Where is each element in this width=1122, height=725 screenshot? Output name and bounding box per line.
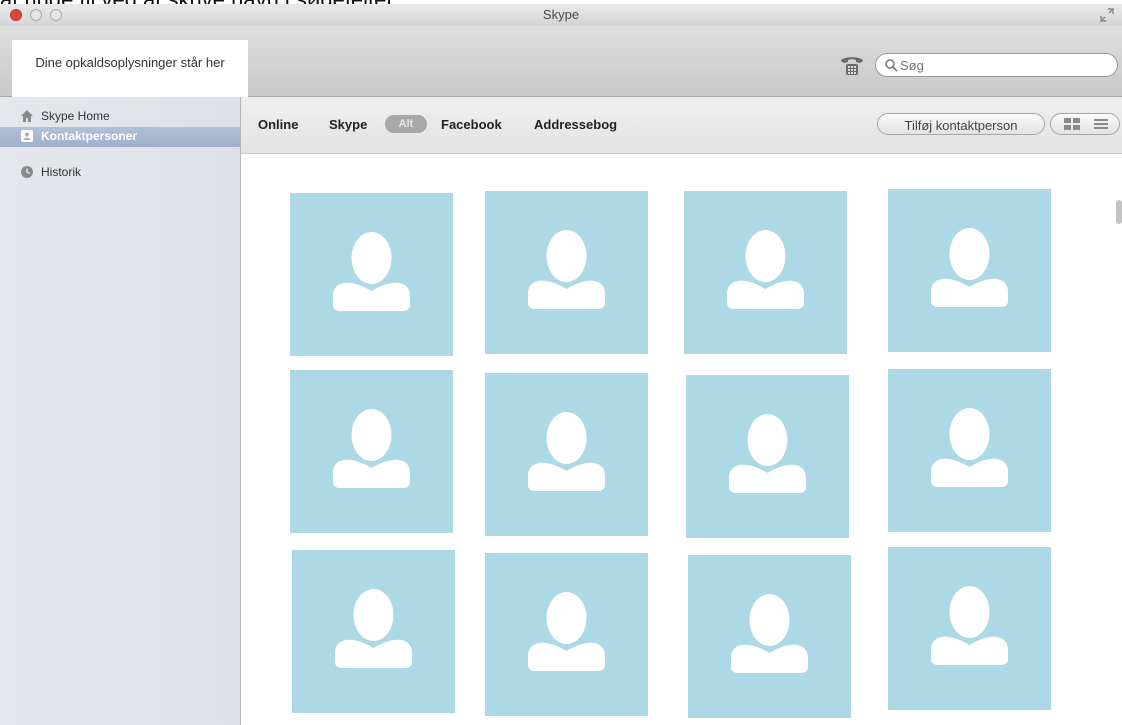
dialpad-phone-icon[interactable] [838,52,866,78]
title-bar: Skype [0,4,1122,26]
sidebar: Skype Home Kontaktpersoner Historik [0,97,241,725]
sidebar-item-label: Skype Home [41,109,110,123]
contact-tile[interactable] [485,191,648,354]
contact-tile[interactable] [290,370,453,533]
contact-tile[interactable] [688,555,851,718]
tab-addressbook[interactable]: Addressebog [534,117,617,132]
add-contact-button[interactable]: Tilføj kontaktperson [877,113,1045,135]
default-avatar-icon [931,586,1008,665]
default-avatar-icon [528,592,605,671]
contact-tile[interactable] [888,369,1051,532]
default-avatar-icon [528,230,605,309]
default-avatar-icon [335,589,412,668]
home-icon [21,110,33,122]
contact-tile[interactable] [888,189,1051,352]
default-avatar-icon [731,594,808,673]
sidebar-item-history[interactable]: Historik [0,163,240,183]
grid-view-icon[interactable] [1063,117,1081,131]
sidebar-item-skype-home[interactable]: Skype Home [0,107,240,127]
search-field[interactable] [875,53,1118,77]
contacts-main: Online Skype Alt Facebook Addressebog Ti… [241,97,1122,725]
sidebar-item-contacts[interactable]: Kontaktpersoner [0,127,240,147]
contact-tile[interactable] [292,550,455,713]
window-title: Skype [542,7,580,22]
sidebar-item-label: Kontaktpersoner [41,129,138,143]
contact-tile[interactable] [485,373,648,536]
contact-tile[interactable] [888,547,1051,710]
tab-facebook[interactable]: Facebook [441,117,502,132]
default-avatar-icon [931,408,1008,487]
sidebar-item-label: Historik [41,165,82,179]
default-avatar-icon [333,232,410,311]
default-avatar-icon [333,409,410,488]
search-input[interactable] [900,57,1100,73]
call-info-box: Dine opkaldsoplysninger står her [12,40,248,98]
default-avatar-icon [729,414,806,493]
toolbar: Dine opkaldsoplysninger står her [0,26,1122,98]
view-toggle [1050,113,1120,135]
filter-bar: Online Skype Alt Facebook Addressebog Ti… [241,97,1122,154]
default-avatar-icon [528,412,605,491]
fullscreen-icon[interactable] [1100,8,1114,22]
search-icon [885,59,898,72]
contact-tile[interactable] [485,553,648,716]
default-avatar-icon [727,230,804,309]
contact-tile[interactable] [686,375,849,538]
scrollbar-thumb[interactable] [1116,200,1122,224]
skype-window: Skype Dine opkaldsoplysninger står her S… [0,4,1122,725]
clock-icon [21,166,33,178]
default-avatar-icon [931,228,1008,307]
tab-all[interactable]: Alt [385,115,427,133]
contact-tile[interactable] [684,191,847,354]
contacts-icon [21,130,33,142]
tab-skype[interactable]: Skype [329,117,367,132]
contact-tile[interactable] [290,193,453,356]
list-view-icon[interactable] [1093,117,1109,131]
tab-online[interactable]: Online [258,117,298,132]
